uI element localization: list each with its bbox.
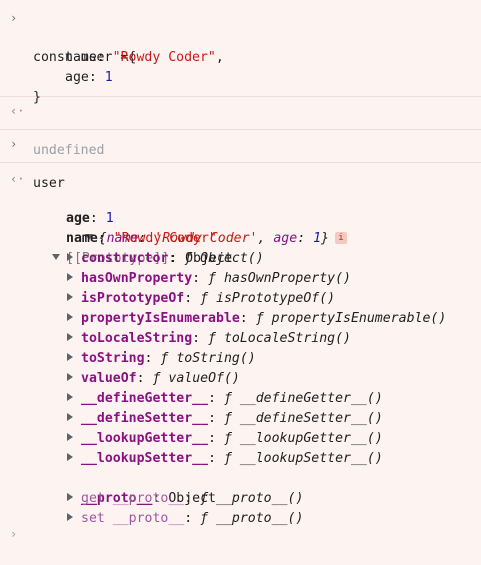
- collapsed-triangle-icon[interactable]: [67, 273, 73, 281]
- return-arrow-icon: ‹·: [10, 104, 25, 118]
- console-prompt[interactable]: ›: [10, 524, 470, 544]
- collapsed-triangle-icon[interactable]: [67, 413, 73, 421]
- proto-member[interactable]: propertyIsEnumerable: ƒ propertyIsEnumer…: [67, 309, 446, 329]
- console-entry-input: › user: [0, 134, 481, 191]
- function-icon: ƒ: [223, 431, 232, 446]
- collapsed-triangle-icon[interactable]: [67, 253, 73, 261]
- chevron-right-icon: ›: [10, 137, 18, 151]
- collapsed-triangle-icon[interactable]: [67, 513, 73, 521]
- collapsed-triangle-icon[interactable]: [67, 433, 73, 441]
- chevron-right-icon: ›: [10, 527, 18, 541]
- proto-member[interactable]: __lookupGetter__: ƒ __lookupGetter__(): [67, 429, 383, 449]
- function-icon: ƒ: [255, 311, 264, 326]
- function-icon: ƒ: [223, 391, 232, 406]
- function-icon: ƒ: [160, 351, 169, 366]
- chevron-right-icon: ›: [10, 11, 18, 25]
- console-entry-input: › const user ={ name: "Rowdy Coder", age…: [0, 8, 481, 105]
- console-entry-result: ‹· undefined: [0, 101, 481, 158]
- proto-member[interactable]: toString: ƒ toString(): [67, 349, 256, 369]
- proto-member[interactable]: constructor: ƒ Object(): [67, 249, 264, 269]
- proto-member[interactable]: __defineSetter__: ƒ __defineSetter__(): [67, 409, 383, 429]
- function-icon: ƒ: [223, 451, 232, 466]
- accessor-member[interactable]: get __proto__: ƒ __proto__(): [67, 489, 303, 509]
- collapsed-triangle-icon[interactable]: [67, 493, 73, 501]
- function-icon: ƒ: [200, 491, 209, 506]
- proto-member[interactable]: valueOf: ƒ valueOf(): [67, 369, 240, 389]
- function-icon: ƒ: [223, 411, 232, 426]
- function-icon: ƒ: [208, 271, 216, 286]
- function-icon: ƒ: [208, 331, 216, 346]
- proto-member[interactable]: __lookupSetter__: ƒ __lookupSetter__(): [67, 449, 383, 469]
- collapsed-triangle-icon[interactable]: [67, 313, 73, 321]
- collapsed-triangle-icon[interactable]: [67, 453, 73, 461]
- proto-member[interactable]: isPrototypeOf: ƒ isPrototypeOf(): [67, 289, 335, 309]
- collapsed-triangle-icon[interactable]: [67, 353, 73, 361]
- console-entry-object: ‹· {name: 'Rowdy Coder', age: 1} i age: 1…: [0, 169, 481, 529]
- function-icon: ƒ: [184, 251, 193, 266]
- proto-member[interactable]: toLocaleString: ƒ toLocaleString(): [67, 329, 351, 349]
- function-icon: ƒ: [152, 371, 161, 386]
- proto-member[interactable]: hasOwnProperty: ƒ hasOwnProperty(): [67, 269, 351, 289]
- function-icon: ƒ: [200, 291, 209, 306]
- collapsed-triangle-icon[interactable]: [67, 333, 73, 341]
- collapsed-triangle-icon[interactable]: [67, 393, 73, 401]
- proto-member[interactable]: __defineGetter__: ƒ __defineGetter__(): [67, 389, 383, 409]
- collapsed-triangle-icon[interactable]: [67, 373, 73, 381]
- collapsed-triangle-icon[interactable]: [67, 293, 73, 301]
- return-arrow-icon: ‹·: [10, 172, 25, 186]
